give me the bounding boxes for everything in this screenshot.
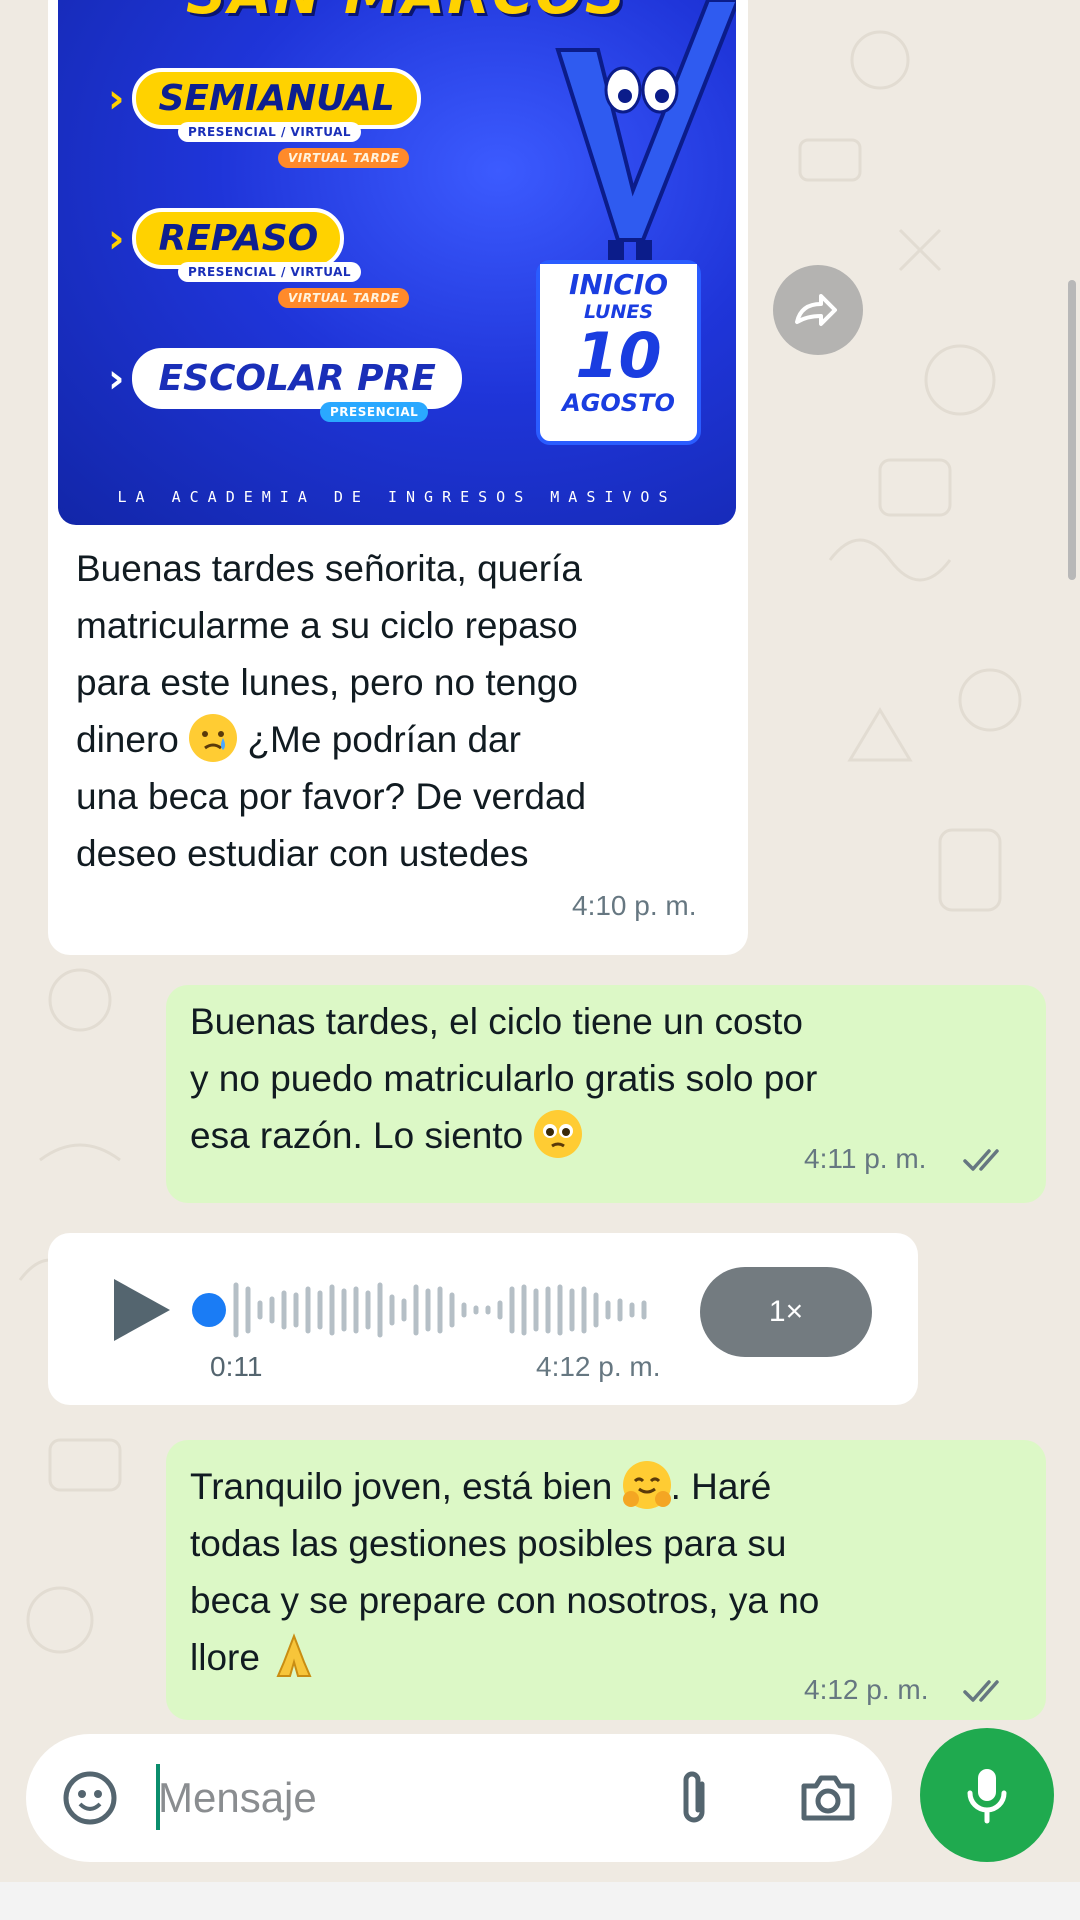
message-timestamp: 4:10 p. m. bbox=[572, 890, 697, 921]
program-semianual: › SEMIANUAL bbox=[108, 68, 421, 129]
forward-icon bbox=[795, 294, 837, 326]
camera-icon[interactable] bbox=[796, 1768, 860, 1828]
outgoing-message[interactable]: Tranquilo joven, está bien . Haré todas … bbox=[166, 1440, 1046, 1720]
mode-badge-extra: VIRTUAL TARDE bbox=[278, 288, 410, 308]
message-timestamp: 4:12 p. m. bbox=[536, 1351, 661, 1382]
voice-record-button[interactable] bbox=[920, 1728, 1054, 1862]
program-repaso: › REPASO bbox=[108, 208, 345, 269]
sticker-icon[interactable] bbox=[60, 1768, 120, 1828]
message-text: Buenas tardes señorita, quería matricula… bbox=[76, 548, 587, 874]
pleading-face-icon bbox=[533, 1110, 582, 1158]
poster-tagline: LA ACADEMIA DE INGRESOS MASIVOS bbox=[117, 488, 677, 506]
outgoing-message[interactable]: Buenas tardes, el ciclo tiene un costo y… bbox=[166, 985, 1046, 1203]
chevron-right-icon: › bbox=[108, 215, 125, 262]
mascot-illustration bbox=[555, 0, 736, 288]
mode-badge: PRESENCIAL / VIRTUAL bbox=[178, 262, 362, 282]
mic-icon bbox=[967, 1769, 1007, 1824]
message-text: Tranquilo joven, está bien . Haré todas … bbox=[190, 1458, 1030, 1686]
chevron-right-icon: › bbox=[108, 75, 125, 122]
playback-speed-button[interactable]: 1× bbox=[700, 1267, 872, 1357]
hugging-face-icon bbox=[622, 1461, 671, 1509]
system-nav-area bbox=[0, 1882, 1080, 1920]
message-input[interactable] bbox=[158, 1762, 638, 1834]
poster-image[interactable]: SAN MARCOS › SEMIANUAL PRESENCIAL / VIRT… bbox=[58, 0, 736, 525]
voice-message[interactable]: 1× 0:11 4:12 p. m. bbox=[48, 1233, 918, 1405]
attach-icon[interactable] bbox=[664, 1764, 724, 1832]
forward-button[interactable] bbox=[773, 265, 863, 355]
folded-hands-icon bbox=[270, 1632, 318, 1680]
message-timestamp: 4:11 p. m. bbox=[804, 1143, 927, 1174]
voice-duration: 0:11 bbox=[210, 1351, 263, 1382]
mode-badge: PRESENCIAL / VIRTUAL bbox=[178, 122, 362, 142]
mode-badge: PRESENCIAL bbox=[320, 402, 429, 422]
read-ticks-icon bbox=[963, 1149, 999, 1171]
playback-scrubber[interactable] bbox=[192, 1293, 226, 1327]
incoming-image-message[interactable]: SAN MARCOS › SEMIANUAL PRESENCIAL / VIRT… bbox=[48, 0, 748, 955]
message-timestamp: 4:12 p. m. bbox=[804, 1674, 929, 1705]
waveform[interactable] bbox=[228, 1275, 728, 1345]
scroll-indicator[interactable] bbox=[1068, 280, 1076, 580]
read-ticks-icon bbox=[963, 1680, 999, 1702]
chevron-right-icon: › bbox=[108, 355, 125, 402]
program-escolar-pre: › ESCOLAR PRE bbox=[108, 348, 462, 409]
start-date-card: INICIO LUNES 10 AGOSTO bbox=[536, 260, 701, 445]
crying-face-icon bbox=[189, 714, 238, 762]
message-text: Buenas tardes, el ciclo tiene un costo y… bbox=[190, 1001, 818, 1158]
mode-badge-extra: VIRTUAL TARDE bbox=[278, 148, 410, 168]
message-composer bbox=[26, 1734, 892, 1862]
play-icon[interactable] bbox=[108, 1275, 174, 1345]
